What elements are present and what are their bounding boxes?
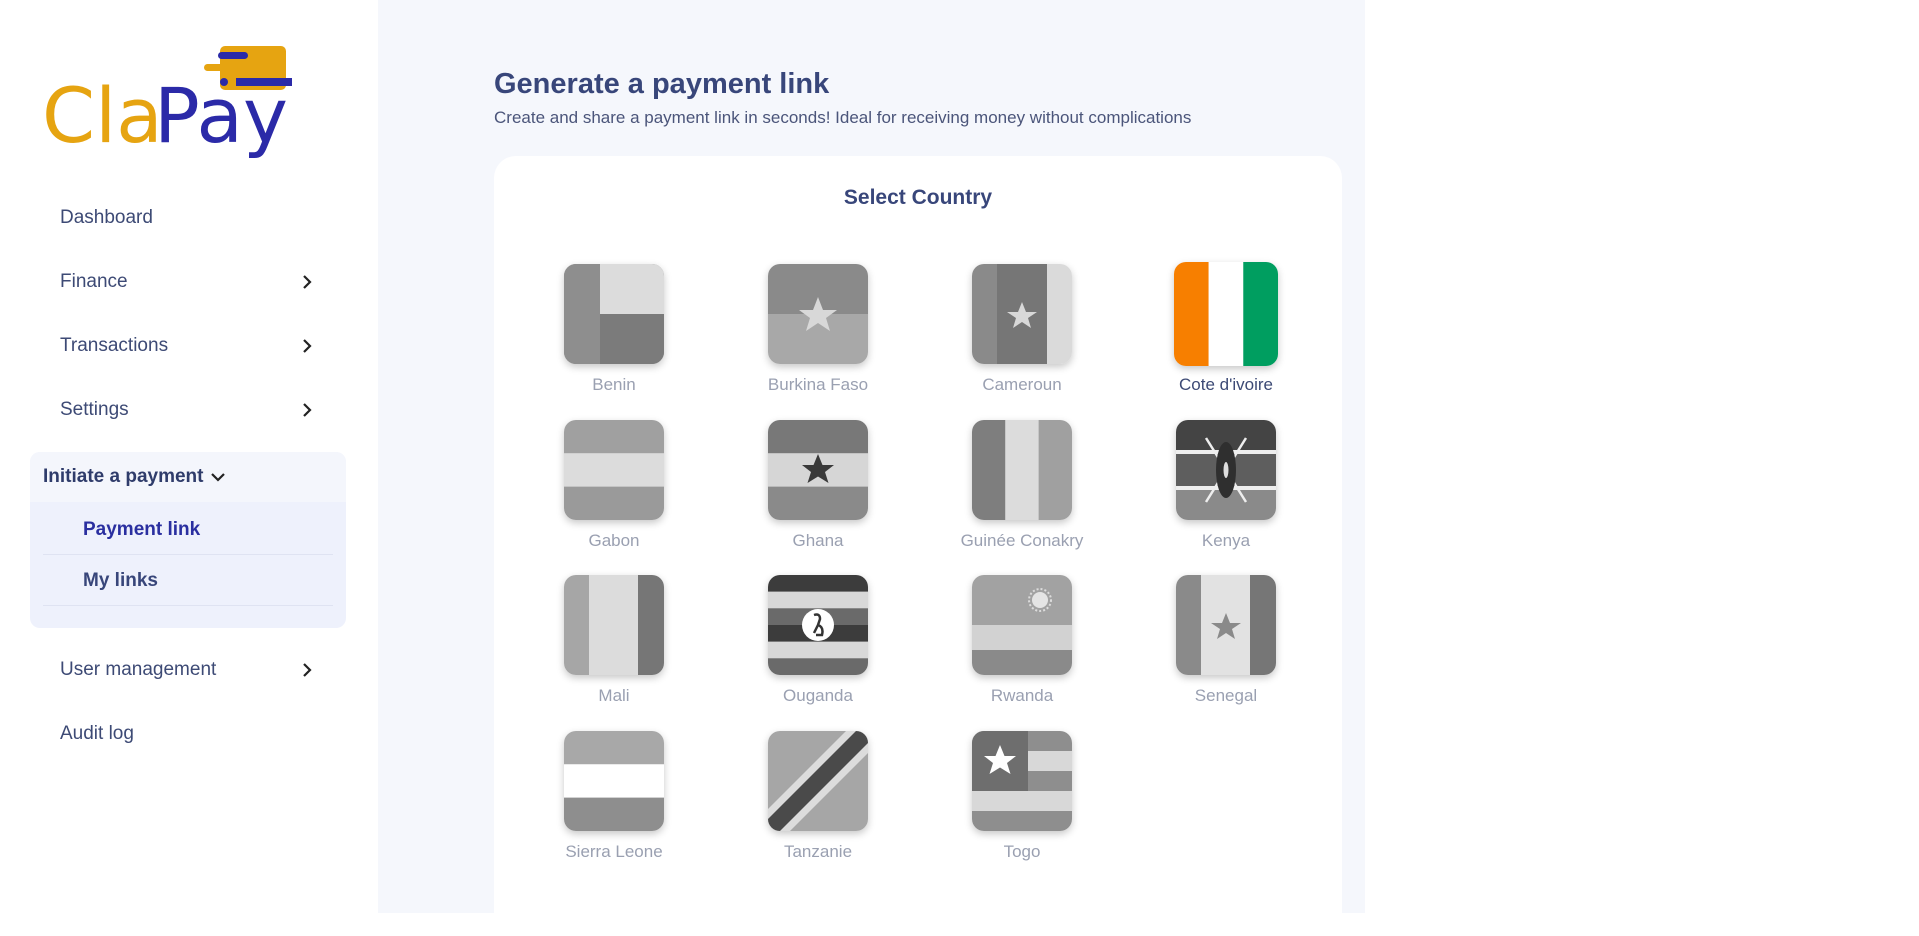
country-option-rwanda[interactable]: Rwanda: [942, 575, 1102, 715]
country-name: Gabon: [588, 531, 640, 550]
kenya-flag-icon: [1176, 420, 1276, 520]
sidebar-item-settings[interactable]: Settings: [60, 390, 320, 430]
card-title: Select Country: [843, 186, 993, 209]
sierra-leone-flag-icon: [564, 731, 664, 831]
chevron-right-icon: [303, 275, 312, 289]
ghana-flag-icon: [768, 420, 868, 520]
chevron-right-icon: [303, 403, 312, 417]
country-name: Burkina Faso: [767, 375, 869, 394]
guinee-conakry-flag-icon: [972, 420, 1072, 520]
country-option-guinee-conakry[interactable]: Guinée Conakry: [942, 420, 1102, 560]
country-option-tanzanie[interactable]: Tanzanie: [738, 731, 898, 871]
country-option-ghana[interactable]: Ghana: [738, 420, 898, 560]
sidebar-item-label: Dashboard: [60, 207, 153, 228]
country-option-sierra-leone[interactable]: Sierra Leone: [534, 731, 694, 871]
sidebar-sub-item-my-links[interactable]: My links: [43, 555, 333, 606]
gabon-flag-icon: [564, 420, 664, 520]
country-option-benin[interactable]: Benin: [534, 264, 694, 404]
togo-flag-icon: [972, 731, 1072, 831]
country-name: Togo: [1003, 842, 1041, 861]
country-option-ouganda[interactable]: Ouganda: [738, 575, 898, 715]
country-name: Mali: [598, 686, 630, 705]
sidebar-item-label: Finance: [60, 271, 128, 292]
country-option-kenya[interactable]: Kenya: [1146, 420, 1306, 560]
country-name: Cote d'ivoire: [1179, 375, 1273, 394]
country-name: Sierra Leone: [565, 842, 663, 861]
page-subtitle: Create and share a payment link in secon…: [494, 108, 1192, 127]
country-option-cameroun[interactable]: Cameroun: [942, 264, 1102, 404]
country-option-togo[interactable]: Togo: [942, 731, 1102, 871]
sidebar: Cla Pay Dashboard Finance Transactions S…: [0, 0, 379, 913]
sidebar-group-toggle[interactable]: Initiate a payment: [30, 452, 346, 502]
country-name: Guinée Conakry: [960, 531, 1084, 550]
rwanda-flag-icon: [972, 575, 1072, 675]
country-name: Senegal: [1194, 686, 1258, 705]
chevron-right-icon: [303, 663, 312, 677]
country-select-card: Select Country Benin Burkina Faso Camero…: [494, 156, 1342, 936]
country-option-burkina-faso[interactable]: Burkina Faso: [738, 264, 898, 404]
main-content: Generate a payment link Create and share…: [378, 0, 1365, 936]
senegal-flag-icon: [1176, 575, 1276, 675]
tanzanie-flag-icon: [768, 731, 868, 831]
benin-flag-icon: [564, 264, 664, 364]
country-name: Benin: [592, 375, 636, 394]
page-title: Generate a payment link: [494, 68, 830, 100]
brand-pay-text: Pay: [154, 71, 288, 160]
chevron-right-icon: [303, 339, 312, 353]
sidebar-sub-item-label: My links: [83, 570, 158, 591]
country-name: Ouganda: [783, 686, 853, 705]
cameroun-flag-icon: [972, 264, 1072, 364]
country-name: Tanzanie: [783, 842, 853, 861]
country-option-mali[interactable]: Mali: [534, 575, 694, 715]
country-name: Kenya: [1201, 531, 1251, 550]
country-option-senegal[interactable]: Senegal: [1146, 575, 1306, 715]
sidebar-group-initiate-payment: Initiate a payment Payment link My links: [30, 452, 346, 628]
mali-flag-icon: [564, 575, 664, 675]
country-option-cote-divoire[interactable]: Cote d'ivoire: [1146, 262, 1306, 402]
clapay-logo[interactable]: Cla Pay: [42, 44, 302, 164]
sidebar-item-audit-log[interactable]: Audit log: [60, 714, 320, 754]
sidebar-item-dashboard[interactable]: Dashboard: [60, 198, 320, 238]
sidebar-item-user-management[interactable]: User management: [60, 650, 320, 690]
sidebar-sub-item-label: Payment link: [83, 519, 201, 540]
country-name: Rwanda: [990, 686, 1054, 705]
sidebar-item-label: Audit log: [60, 723, 134, 744]
country-name: Ghana: [792, 531, 844, 550]
ouganda-flag-icon: [768, 575, 868, 675]
sidebar-item-label: Settings: [60, 399, 129, 420]
burkina-faso-flag-icon: [768, 264, 868, 364]
sidebar-item-transactions[interactable]: Transactions: [60, 326, 320, 366]
chevron-down-icon: [211, 473, 225, 482]
brand-cla-text: Cla: [42, 71, 163, 160]
cote-divoire-flag-icon: [1174, 262, 1278, 366]
sidebar-item-finance[interactable]: Finance: [60, 262, 320, 302]
country-option-gabon[interactable]: Gabon: [534, 420, 694, 560]
sidebar-sub-item-payment-link[interactable]: Payment link: [43, 504, 333, 555]
sidebar-group-label: Initiate a payment: [43, 466, 204, 487]
sidebar-item-label: Transactions: [60, 335, 169, 356]
country-name: Cameroun: [982, 375, 1062, 394]
sidebar-item-label: User management: [60, 659, 217, 680]
